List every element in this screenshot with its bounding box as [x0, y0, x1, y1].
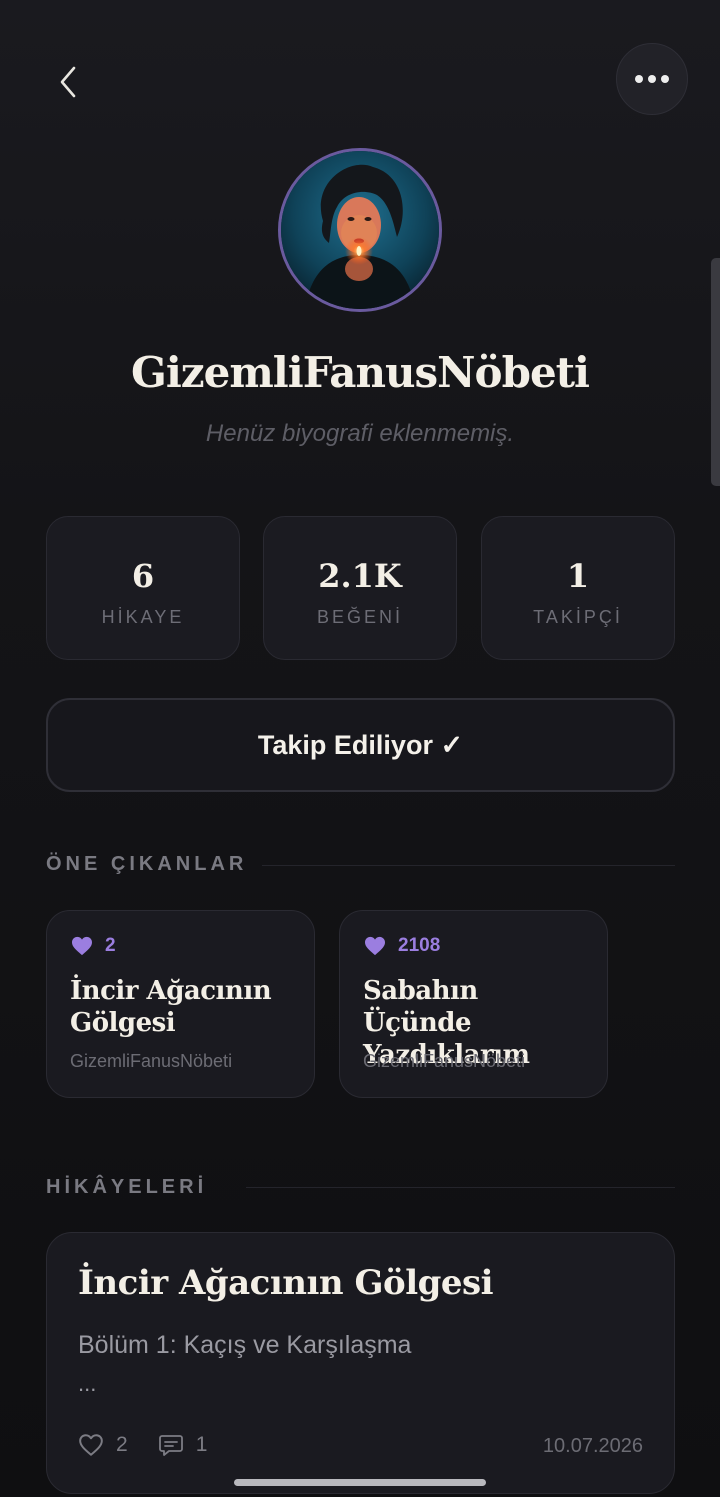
heart-icon [72, 936, 92, 956]
more-horizontal-icon [635, 75, 669, 83]
featured-story-title: İncir Ağacının Gölgesi [70, 976, 272, 1038]
stories-section-title: HİKÂYELERİ [46, 1176, 208, 1198]
story-like-count: 2 [116, 1433, 128, 1456]
story-meta: 2 1 [78, 1433, 207, 1457]
featured-story-author: GizemliFanusNöbeti [70, 1051, 233, 1071]
story-date: 10.07.2026 [542, 1435, 643, 1457]
heart-outline-icon[interactable] [78, 1433, 104, 1457]
stat-value: 6 [131, 557, 155, 595]
featured-story-author: GizemliFanusNöbeti [363, 1051, 526, 1071]
profile-username: GizemliFanusNöbeti [130, 348, 590, 397]
story-card[interactable]: İncir Ağacının Gölgesi Bölüm 1: Kaçış ve… [46, 1232, 675, 1494]
story-chapter: Bölüm 1: Kaçış ve Karşılaşma [78, 1331, 412, 1359]
stat-value: 1 [566, 557, 590, 595]
avatar[interactable] [278, 148, 442, 312]
featured-section-title: ÖNE ÇIKANLAR [46, 853, 248, 875]
featured-story-card[interactable]: 2108 Sabahın Üçünde Yazdıklarım GizemliF… [339, 910, 608, 1098]
profile-bio: Henüz biyografi eklenmemiş. [205, 420, 515, 447]
story-excerpt: ... [78, 1371, 97, 1396]
like-count-value: 2108 [398, 935, 441, 956]
home-indicator[interactable] [234, 1479, 486, 1486]
comment-icon[interactable] [158, 1433, 184, 1457]
featured-story-card[interactable]: 2 İncir Ağacının Gölgesi GizemliFanusNöb… [46, 910, 315, 1098]
back-button[interactable] [40, 54, 96, 110]
stat-followers[interactable]: 1 TAKİPÇİ [481, 516, 675, 660]
avatar-portrait-image [281, 151, 439, 309]
stat-stories[interactable]: 6 HİKAYE [46, 516, 240, 660]
story-comment-count: 1 [195, 1433, 208, 1456]
section-divider [262, 865, 675, 866]
following-button[interactable]: Takip Ediliyor ✓ [46, 698, 675, 792]
stat-value: 2.1K [318, 557, 402, 595]
heart-icon [365, 936, 385, 956]
like-count-value: 2 [105, 935, 116, 956]
more-options-button[interactable] [616, 43, 688, 115]
stat-likes[interactable]: 2.1K BEĞENİ [263, 516, 457, 660]
stat-label: TAKİPÇİ [533, 607, 623, 627]
stat-label: BEĞENİ [316, 607, 404, 627]
like-count: 2 [71, 935, 116, 957]
section-divider [246, 1187, 675, 1188]
story-title: İncir Ağacının Gölgesi [78, 1263, 494, 1303]
like-count: 2108 [364, 935, 440, 957]
scrollbar[interactable] [711, 258, 720, 486]
stat-label: HİKAYE [101, 607, 185, 627]
chevron-left-icon [60, 66, 76, 98]
